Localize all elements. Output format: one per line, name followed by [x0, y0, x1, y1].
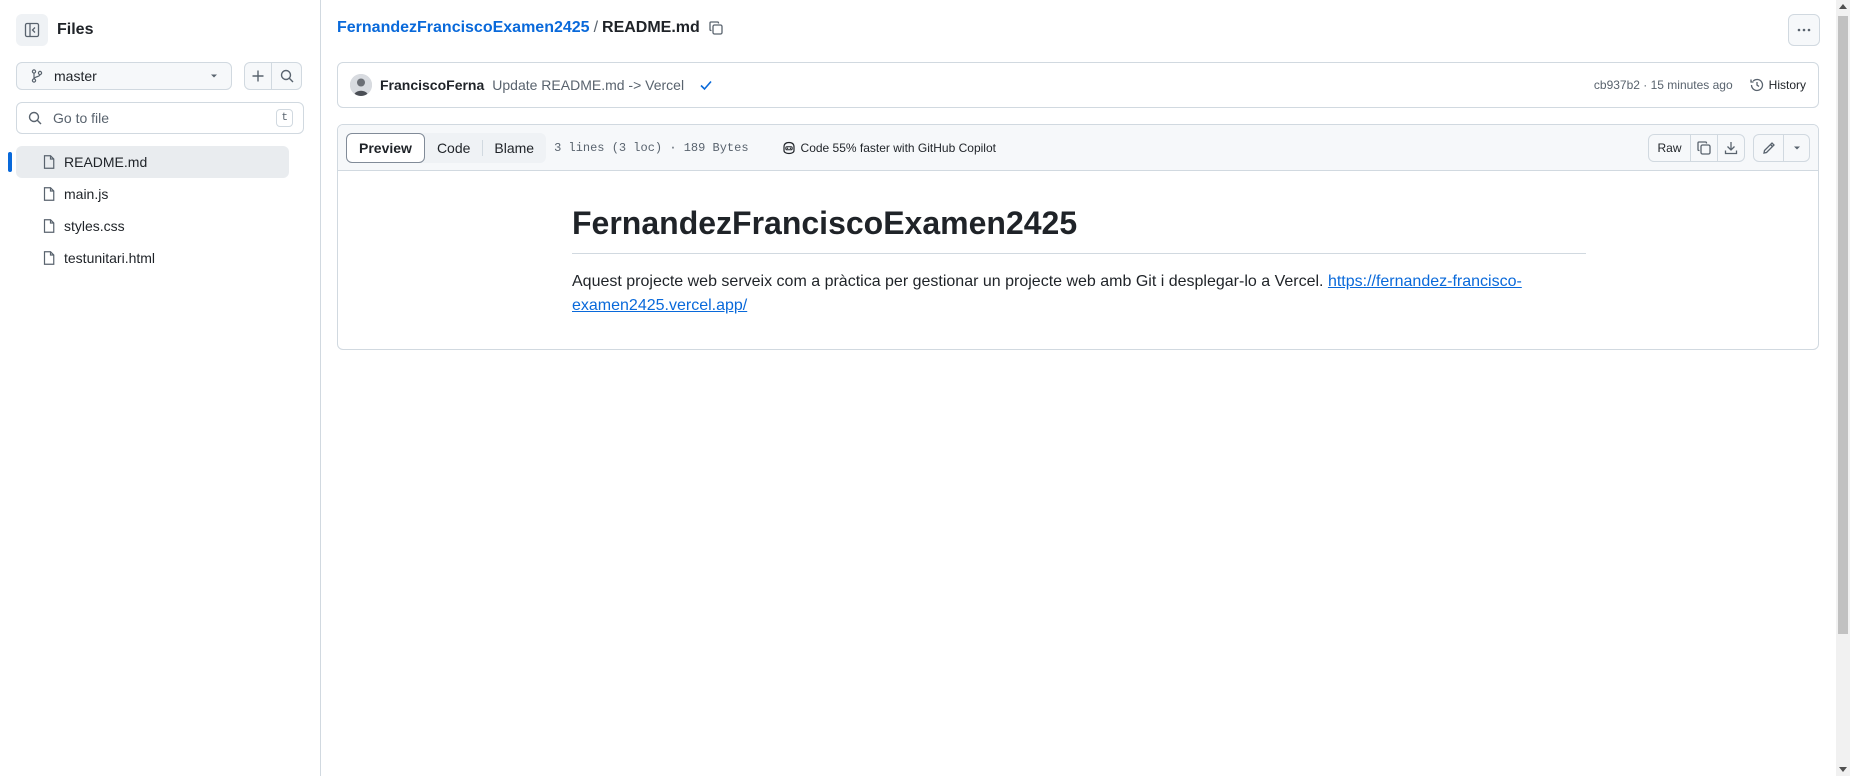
check-icon	[700, 80, 712, 91]
copy-icon	[709, 21, 723, 35]
scroll-up-arrow[interactable]	[1839, 4, 1847, 9]
copy-icon	[1697, 140, 1711, 155]
history-icon	[1750, 78, 1763, 92]
caret-down-icon	[1793, 146, 1800, 149]
copilot-label: Code 55% faster with GitHub Copilot	[800, 140, 996, 155]
kebab-horizontal-icon	[1797, 28, 1811, 32]
raw-button[interactable]: Raw	[1649, 135, 1690, 161]
commit-hash-time[interactable]: cb937b2 · 15 minutes ago	[1594, 78, 1733, 92]
file-tree-sidebar: Files master t README.md main.js styles.cs…	[0, 0, 321, 776]
commit-meta-area: cb937b2 · 15 minutes ago History	[1594, 77, 1806, 93]
status-check[interactable]	[698, 77, 714, 93]
copy-raw-button[interactable]	[1690, 134, 1717, 161]
breadcrumb: FernandezFranciscoExamen2425 / README.md	[337, 19, 724, 37]
search-icon	[28, 111, 42, 125]
readme-content: FernandezFranciscoExamen2425 Aquest proj…	[338, 171, 1586, 318]
scroll-thumb[interactable]	[1838, 16, 1848, 634]
shortcut-hint: t	[276, 109, 293, 127]
branch-name: master	[54, 68, 97, 84]
git-branch-icon	[31, 69, 43, 83]
file-name: styles.css	[64, 218, 125, 234]
file-tree-item[interactable]: README.md	[8, 146, 289, 178]
file-icon	[43, 219, 55, 233]
add-file-button[interactable]	[244, 62, 272, 90]
go-to-file-field[interactable]: t	[16, 102, 304, 134]
tab-blame[interactable]: Blame	[482, 133, 546, 163]
branch-selector[interactable]: master	[16, 62, 232, 90]
current-file-name: README.md	[602, 19, 700, 36]
pencil-icon	[1762, 141, 1775, 154]
breadcrumb-separator: /	[593, 19, 599, 36]
readme-paragraph: Aquest projecte web serveix com a pràcti…	[572, 270, 1586, 318]
file-icon	[43, 187, 55, 201]
tab-preview[interactable]: Preview	[346, 132, 425, 163]
user-avatar-icon	[350, 74, 372, 96]
collapse-sidebar-button[interactable]	[16, 14, 48, 46]
tab-code[interactable]: Code	[425, 133, 482, 163]
sidebar-header: Files	[16, 14, 93, 46]
view-mode-tabs: Preview Code Blame	[346, 132, 547, 163]
file-tree-item[interactable]: main.js	[16, 178, 289, 210]
search-icon	[280, 69, 293, 83]
page-scrollbar[interactable]	[1836, 0, 1850, 776]
edit-options-dropdown[interactable]	[1783, 134, 1809, 161]
edit-group	[1753, 133, 1810, 162]
file-tree-item[interactable]: styles.css	[16, 210, 289, 242]
file-header: Preview Code Blame 3 lines (3 loc) · 189…	[338, 125, 1818, 171]
history-button[interactable]: History	[1749, 77, 1806, 93]
raw-copy-download-group: Raw	[1648, 133, 1745, 162]
file-name: testunitari.html	[64, 250, 156, 266]
file-name: README.md	[64, 154, 148, 170]
scroll-down-arrow[interactable]	[1839, 767, 1847, 772]
readme-heading: FernandezFranciscoExamen2425	[572, 203, 1586, 254]
sidebar-title: Files	[57, 21, 94, 38]
file-icon	[43, 251, 55, 265]
latest-commit-bar: FranciscoFerna Update README.md -> Verce…	[337, 62, 1819, 108]
sidebar-collapse-icon	[24, 22, 40, 38]
file-stats: 3 lines (3 loc) · 189 Bytes	[554, 140, 749, 155]
file-tree-item[interactable]: testunitari.html	[16, 242, 289, 274]
caret-down-icon	[211, 74, 217, 78]
sidebar-controls: master	[16, 62, 304, 90]
avatar[interactable]	[350, 74, 372, 96]
file-icon	[43, 155, 55, 169]
commit-message[interactable]: Update README.md -> Vercel	[492, 77, 684, 93]
file-actions-toolbar: Raw	[1648, 133, 1810, 162]
commit-author[interactable]: FranciscoFerna	[380, 77, 484, 93]
copilot-icon	[782, 141, 795, 154]
repo-link[interactable]: FernandezFranciscoExamen2425	[337, 19, 590, 37]
readme-text: Aquest projecte web serveix com a pràcti…	[572, 273, 1328, 290]
copilot-promo[interactable]: Code 55% faster with GitHub Copilot	[781, 140, 996, 156]
go-to-file-input[interactable]	[53, 110, 277, 126]
edit-file-button[interactable]	[1754, 135, 1783, 161]
download-icon	[1724, 141, 1738, 154]
history-label: History	[1768, 78, 1806, 92]
search-files-button[interactable]	[272, 62, 302, 90]
file-viewer: Preview Code Blame 3 lines (3 loc) · 189…	[337, 124, 1819, 350]
copy-path-button[interactable]	[708, 20, 724, 36]
file-tree: README.md main.js styles.css testunitari.ht…	[8, 146, 289, 274]
download-button[interactable]	[1717, 134, 1744, 161]
file-name: main.js	[64, 186, 109, 202]
more-options-button[interactable]	[1788, 14, 1820, 46]
plus-icon	[252, 70, 264, 82]
